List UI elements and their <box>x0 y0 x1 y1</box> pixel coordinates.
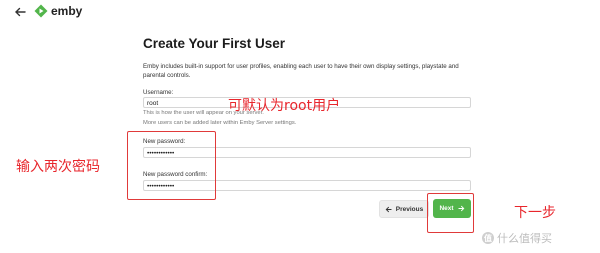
watermark-text: 什么值得买 <box>497 232 552 245</box>
annotation-default-root: 可默认为root用户 <box>228 98 341 114</box>
watermark: 值 什么值得买 <box>482 230 552 246</box>
page-title: Create Your First User <box>143 36 286 51</box>
previous-label: Previous <box>395 205 424 213</box>
previous-button[interactable]: Previous <box>379 200 429 218</box>
arrow-left-icon[interactable] <box>14 6 26 18</box>
annotation-enter-password-twice: 输入两次密码 <box>16 159 100 175</box>
emby-logo[interactable]: emby <box>34 4 82 18</box>
annotation-password-box <box>127 131 216 200</box>
intro-text: Emby includes built-in support for user … <box>143 63 459 79</box>
logo-text: emby <box>51 4 83 18</box>
arrow-left-icon <box>385 206 392 212</box>
watermark-badge: 值 <box>482 232 494 244</box>
username-label: Username: <box>143 89 174 96</box>
annotation-next-step: 下一步 <box>514 205 556 221</box>
username-hint-2: More users can be added later within Emb… <box>143 120 297 126</box>
annotation-next-box <box>427 193 474 233</box>
top-bar: emby <box>0 0 600 26</box>
emby-logo-icon <box>34 4 48 18</box>
